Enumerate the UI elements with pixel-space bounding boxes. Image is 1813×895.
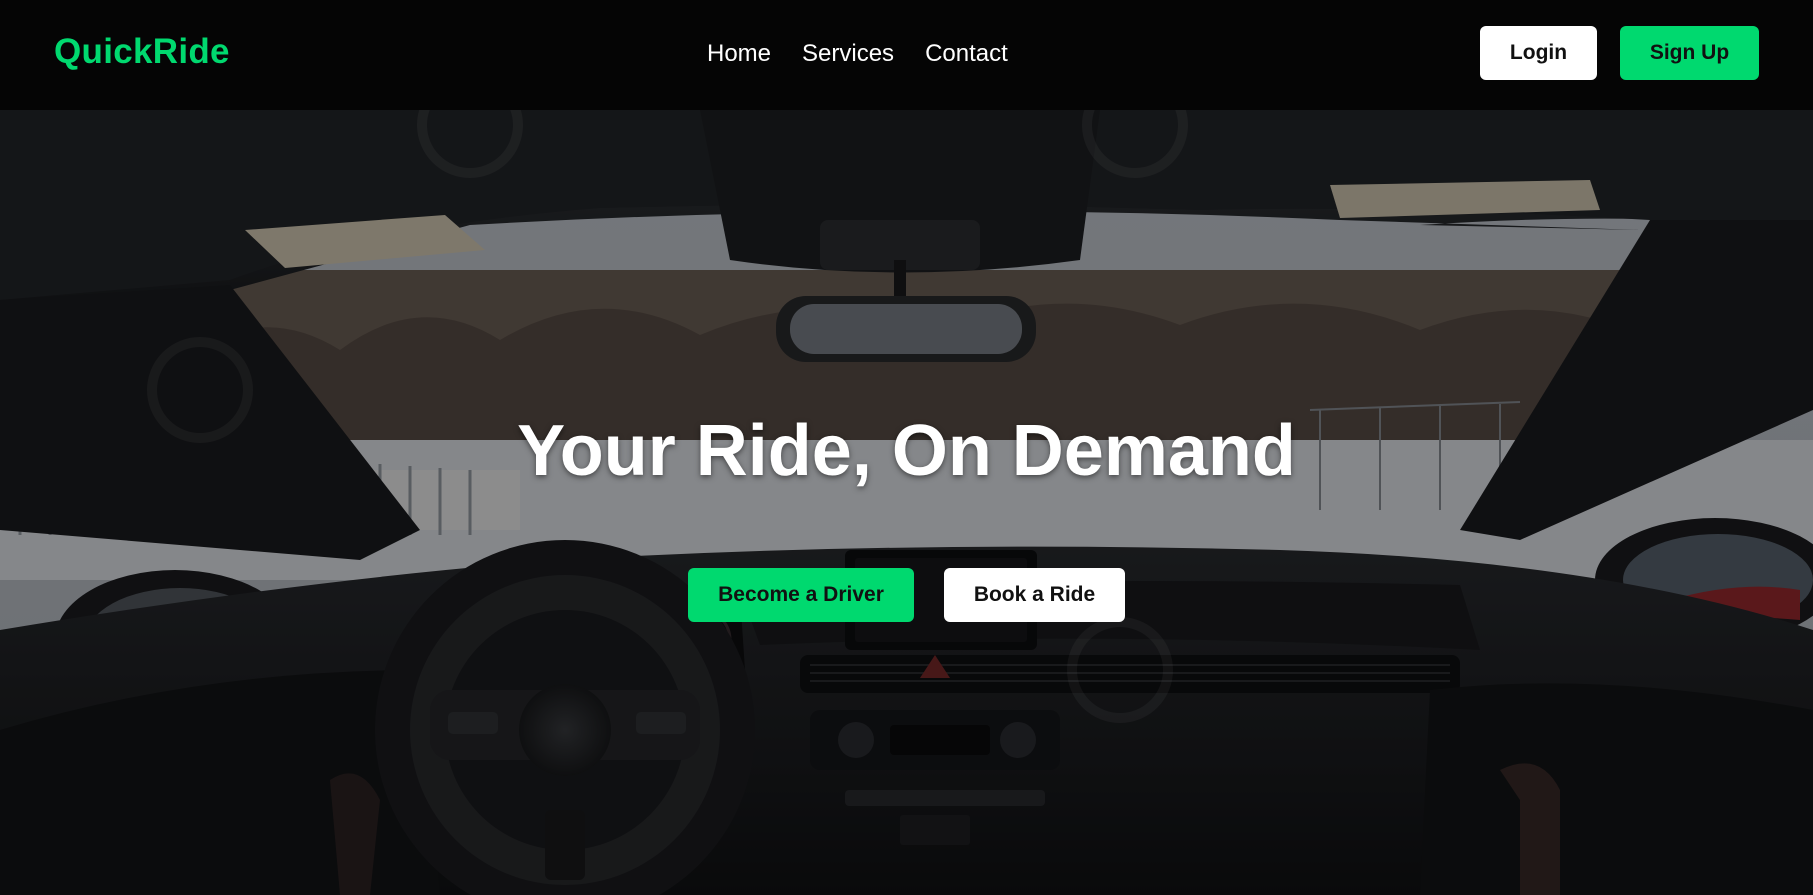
nav-link-services[interactable]: Services bbox=[802, 40, 894, 68]
navbar: QuickRide Home Services Contact Login Si… bbox=[0, 0, 1813, 110]
nav-link-contact[interactable]: Contact bbox=[925, 40, 1008, 68]
brand-logo[interactable]: QuickRide bbox=[54, 32, 230, 72]
main-nav: Home Services Contact bbox=[707, 40, 1008, 68]
hero-overlay bbox=[0, 110, 1813, 895]
signup-button[interactable]: Sign Up bbox=[1620, 26, 1759, 80]
login-button[interactable]: Login bbox=[1480, 26, 1597, 80]
hero-title: Your Ride, On Demand bbox=[517, 411, 1296, 491]
book-ride-button[interactable]: Book a Ride bbox=[944, 568, 1125, 622]
page: QuickRide Home Services Contact Login Si… bbox=[0, 0, 1813, 895]
hero-section: Your Ride, On Demand Become a Driver Boo… bbox=[0, 110, 1813, 895]
become-driver-button[interactable]: Become a Driver bbox=[688, 568, 914, 622]
nav-link-home[interactable]: Home bbox=[707, 40, 771, 68]
